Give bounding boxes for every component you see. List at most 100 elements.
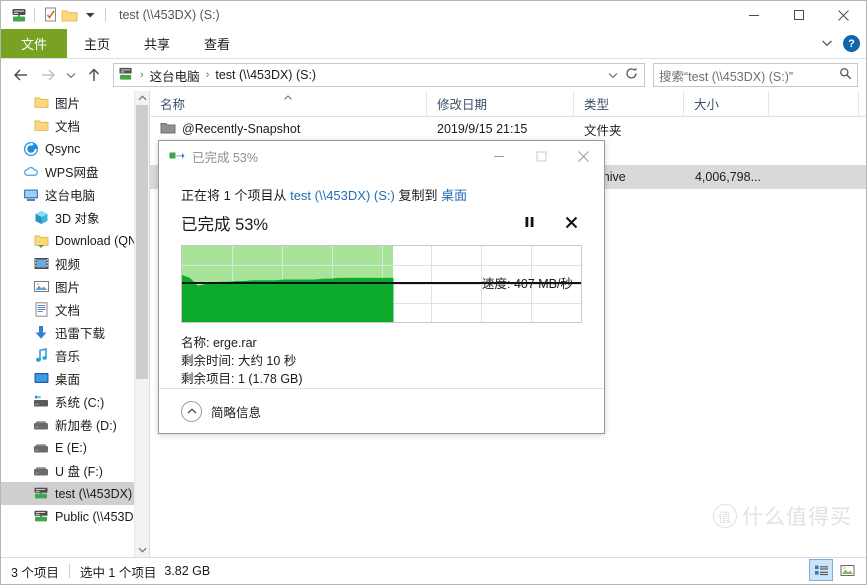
breadcrumb-current-drive[interactable]: test (\\453DX) (S:) xyxy=(215,68,316,82)
sidebar-item-0[interactable]: 图片 xyxy=(1,91,149,114)
progress-percent-label: 已完成 53% xyxy=(181,211,268,235)
cell-name-text: @Recently-Snapshot xyxy=(182,122,300,136)
sidebar-item-10[interactable]: 迅雷下载 xyxy=(1,321,149,344)
sidebar-item-18[interactable]: Public (\\453DX) xyxy=(1,505,149,528)
status-size: 3.82 GB xyxy=(164,564,210,578)
address-input[interactable]: › 这台电脑 › test (\\453DX) (S:) xyxy=(113,63,645,87)
sidebar-scrollbar[interactable] xyxy=(134,91,149,557)
maximize-button[interactable] xyxy=(776,1,821,29)
toolbar-divider-2 xyxy=(105,8,106,22)
up-button[interactable] xyxy=(82,63,106,87)
chevron-up-circle-icon[interactable] xyxy=(181,401,202,422)
sidebar-item-15[interactable]: E (E:) xyxy=(1,436,149,459)
sidebar-item-9[interactable]: 文档 xyxy=(1,298,149,321)
cell-name: @Recently-Snapshot xyxy=(150,121,427,137)
sidebar-item-label: 图片 xyxy=(55,277,80,296)
sidebar-item-label: 图片 xyxy=(55,93,80,112)
new-folder-icon[interactable] xyxy=(60,5,80,25)
copy-progress-dialog: 已完成 53% 正在将 1 个项目从 test (\\453DX) (S:) 复… xyxy=(158,140,605,434)
address-bar-actions xyxy=(608,67,640,83)
scroll-down-icon[interactable] xyxy=(135,543,149,557)
details-view-icon[interactable] xyxy=(809,559,833,581)
network-drive-icon[interactable] xyxy=(9,5,29,25)
sidebar-item-6[interactable]: Download (QN xyxy=(1,229,149,252)
sidebar-item-14[interactable]: 新加卷 (D:) xyxy=(1,413,149,436)
window-controls xyxy=(731,1,866,29)
sidebar-item-4[interactable]: 这台电脑 xyxy=(1,183,149,206)
breadcrumb-separator-0: › xyxy=(138,69,146,81)
drive-icon xyxy=(33,463,49,479)
dialog-maximize-button[interactable] xyxy=(520,141,562,171)
sidebar-item-7[interactable]: 视频 xyxy=(1,252,149,275)
scroll-up-icon[interactable] xyxy=(135,91,149,105)
help-icon[interactable]: ? xyxy=(843,35,860,52)
minimize-button[interactable] xyxy=(731,1,776,29)
sidebar-item-17[interactable]: test (\\453DX) xyxy=(1,482,149,505)
search-icon[interactable] xyxy=(839,67,852,83)
sidebar-item-label: Download (QN xyxy=(55,234,137,248)
sidebar-item-label: test (\\453DX) xyxy=(55,487,132,501)
tab-share[interactable]: 共享 xyxy=(127,29,187,58)
sidebar-scroll-thumb[interactable] xyxy=(136,105,148,379)
desktop-icon xyxy=(33,371,49,387)
sidebar-item-2[interactable]: Qsync xyxy=(1,137,149,160)
column-label-name: 名称 xyxy=(160,94,185,113)
properties-icon[interactable] xyxy=(40,5,60,25)
desc-destination-link[interactable]: 桌面 xyxy=(441,188,467,203)
music-note-icon xyxy=(33,348,49,364)
sidebar-item-12[interactable]: 桌面 xyxy=(1,367,149,390)
desc-mid: 复制到 xyxy=(395,188,441,203)
tab-view[interactable]: 查看 xyxy=(187,29,247,58)
refresh-icon[interactable] xyxy=(625,67,638,83)
thumbnail-view-icon[interactable] xyxy=(836,560,858,580)
sidebar-item-3[interactable]: WPS网盘 xyxy=(1,160,149,183)
dialog-footer[interactable]: 简略信息 xyxy=(159,388,604,433)
pause-icon[interactable] xyxy=(524,216,535,230)
status-divider xyxy=(69,564,70,578)
dialog-title: 已完成 53% xyxy=(192,147,258,166)
dialog-description: 正在将 1 个项目从 test (\\453DX) (S:) 复制到 桌面 xyxy=(181,185,582,204)
back-button[interactable] xyxy=(9,63,33,87)
desc-prefix: 正在将 1 个项目从 xyxy=(181,188,290,203)
tab-file[interactable]: 文件 xyxy=(1,29,67,58)
table-row[interactable]: @Recently-Snapshot 2019/9/15 21:15 文件夹 xyxy=(150,117,866,141)
column-header-extra[interactable] xyxy=(769,91,859,116)
column-header-date[interactable]: 修改日期 xyxy=(427,91,574,116)
customize-toolbar-chevron-icon[interactable] xyxy=(80,5,100,25)
sidebar-item-13[interactable]: 系统 (C:) xyxy=(1,390,149,413)
ribbon-right-controls: ? xyxy=(821,29,860,58)
window-title: test (\\453DX) (S:) xyxy=(119,8,220,22)
sidebar-item-1[interactable]: 文档 xyxy=(1,114,149,137)
dialog-window-controls xyxy=(478,141,604,171)
breadcrumb-this-pc[interactable]: 这台电脑 xyxy=(150,66,200,85)
download-arrow-icon xyxy=(33,325,49,341)
close-button[interactable] xyxy=(821,1,866,29)
sidebar-item-label: 文档 xyxy=(55,116,80,135)
sidebar-item-8[interactable]: 图片 xyxy=(1,275,149,298)
recent-locations-button[interactable] xyxy=(63,63,79,87)
cube-icon xyxy=(33,210,49,226)
sidebar-item-5[interactable]: 3D 对象 xyxy=(1,206,149,229)
search-input[interactable]: 搜索“test (\\453DX) (S:)” xyxy=(653,63,858,87)
documents-icon xyxy=(33,302,49,318)
quick-access-toolbar xyxy=(1,1,111,29)
sidebar-item-label: 桌面 xyxy=(55,369,80,388)
toolbar-divider xyxy=(34,8,35,22)
sort-ascending-icon xyxy=(284,92,293,102)
desc-source-link[interactable]: test (\\453DX) (S:) xyxy=(290,188,395,203)
forward-button[interactable] xyxy=(36,63,60,87)
tab-home[interactable]: 主页 xyxy=(67,29,127,58)
column-header-type[interactable]: 类型 xyxy=(574,91,684,116)
sidebar-item-11[interactable]: 音乐 xyxy=(1,344,149,367)
dialog-progress-row: 已完成 53% xyxy=(181,211,582,235)
column-header-name[interactable]: 名称 xyxy=(150,91,427,116)
dialog-minimize-button[interactable] xyxy=(478,141,520,171)
dialog-close-button[interactable] xyxy=(562,141,604,171)
status-bar: 3 个项目 选中 1 个项目 3.82 GB xyxy=(1,557,866,584)
drive-icon xyxy=(33,417,49,433)
sidebar-item-16[interactable]: U 盘 (F:) xyxy=(1,459,149,482)
address-dropdown-icon[interactable] xyxy=(608,68,618,82)
column-header-size[interactable]: 大小 xyxy=(684,91,769,116)
cancel-icon[interactable] xyxy=(565,216,578,231)
chevron-down-icon[interactable] xyxy=(821,38,833,50)
